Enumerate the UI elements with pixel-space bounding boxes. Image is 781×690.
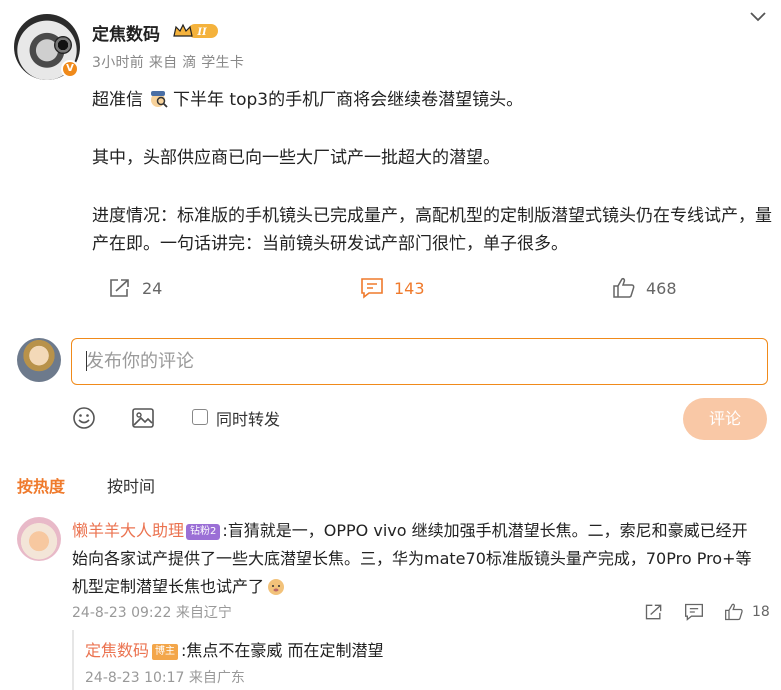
comment-button[interactable]: 143: [360, 274, 425, 302]
level-badge-text: II: [196, 27, 207, 38]
repost-checkbox[interactable]: [192, 409, 208, 425]
comment-like-button[interactable]: 18: [724, 602, 770, 622]
author-name[interactable]: 定焦数码: [92, 20, 160, 45]
level-badge-icon[interactable]: II: [172, 22, 220, 40]
reply-content: :焦点不在豪威 而在定制潜望: [181, 641, 384, 660]
reply-author-name[interactable]: 定焦数码: [85, 641, 149, 660]
tab-sort-by-hot[interactable]: 按热度: [17, 473, 65, 497]
chevron-down-icon[interactable]: [748, 9, 768, 25]
image-icon[interactable]: [131, 406, 155, 430]
post-line-1: 超准信 下半年 top3的手机厂商将会继续卷潜望镜头。: [92, 86, 523, 114]
comment-like-count: 18: [752, 604, 770, 620]
post-line-3: 进度情况：标准版的手机镜头已完成量产，高配机型的定制版潜望式镜头仍在专线试产，量…: [92, 206, 772, 254]
comment-bubble-icon: [361, 278, 383, 299]
comment-text: 懒羊羊大人助理 钻粉2:盲猜就是一，OPPO vivo 继续加强手机潜望长焦。二，…: [72, 517, 762, 601]
current-user-avatar: [17, 338, 61, 382]
commenter-avatar[interactable]: [17, 517, 61, 561]
share-arrow-icon: [110, 279, 129, 297]
detective-emoji-icon: [151, 91, 168, 108]
post-line-1-post: 下半年 top3的手机厂商将会继续卷潜望镜头。: [173, 90, 524, 110]
host-badge: 博主: [152, 644, 179, 660]
comment-input[interactable]: [72, 339, 767, 384]
doge-emoji-icon: [268, 579, 285, 595]
commenter-name[interactable]: 懒羊羊大人助理: [72, 521, 184, 540]
comment-reply-icon[interactable]: [684, 602, 704, 622]
tab-sort-by-time[interactable]: 按时间: [107, 473, 155, 497]
like-button[interactable]: 468: [612, 274, 677, 302]
comment-meta: 24-8-23 09:22 来自辽宁: [72, 605, 232, 621]
fan-level-badge: 钻粉2: [186, 524, 221, 540]
comment-share-icon[interactable]: [644, 602, 664, 622]
post-line-2: 其中，头部供应商已向一些大厂试产一批超大的潜望。: [92, 148, 500, 168]
text-caret: [86, 351, 87, 371]
repost-count: 24: [142, 278, 163, 298]
reply-meta: 24-8-23 10:17 来自广东: [85, 670, 245, 686]
post-line-1-pre: 超准信: [92, 90, 143, 110]
avatar-lens-graphic: [54, 36, 72, 54]
comment-input-box[interactable]: [71, 338, 768, 385]
reply-divider: [72, 630, 74, 690]
comment-count: 143: [394, 278, 425, 298]
submit-comment-button[interactable]: 评论: [683, 398, 767, 440]
like-count: 468: [646, 278, 677, 298]
repost-button[interactable]: 24: [108, 274, 162, 302]
thumbs-up-icon: [613, 278, 635, 298]
reply-text: 定焦数码 博主:焦点不在豪威 而在定制潜望: [85, 637, 384, 661]
repost-checkbox-label[interactable]: 同时转发: [216, 406, 280, 430]
thumbs-up-icon: [725, 603, 743, 621]
verified-badge-icon: V: [61, 60, 79, 78]
smiley-icon[interactable]: [72, 406, 96, 430]
post-meta: 3小时前 来自 滴 学生卡: [92, 55, 245, 71]
